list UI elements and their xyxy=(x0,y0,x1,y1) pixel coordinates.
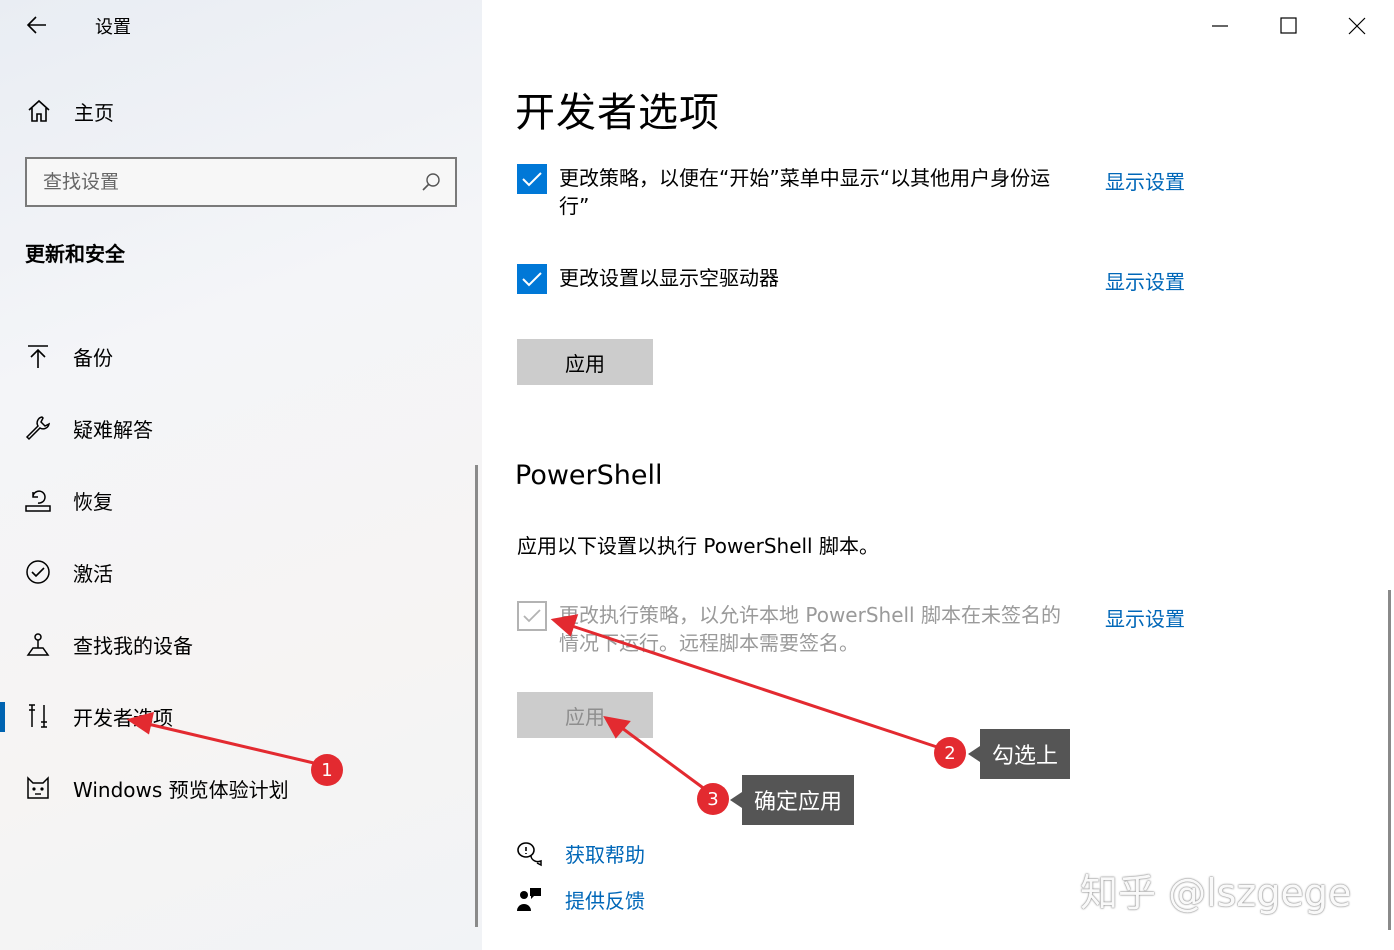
sidebar-item-label: 激活 xyxy=(73,561,113,586)
powershell-description: 应用以下设置以执行 PowerShell 脚本。 xyxy=(517,534,879,558)
sidebar-item-backup[interactable]: 备份 xyxy=(0,334,470,378)
checkmark-icon xyxy=(522,272,542,287)
sidebar-item-troubleshoot[interactable]: 疑难解答 xyxy=(0,406,470,450)
feedback-person-icon xyxy=(517,888,541,911)
search-box[interactable] xyxy=(25,157,457,207)
powershell-section-title: PowerShell xyxy=(515,460,663,491)
get-help-link[interactable]: 获取帮助 xyxy=(565,839,645,868)
developer-tools-icon xyxy=(29,704,47,728)
annotation-badge-3: 3 xyxy=(697,783,729,815)
close-button[interactable] xyxy=(1340,10,1374,44)
sidebar-item-recovery[interactable]: 恢复 xyxy=(0,478,470,522)
checkmark-icon xyxy=(522,172,542,187)
sidebar: 设置 主页 更新和安全 备份 疑难解答 恢复 xyxy=(0,0,482,950)
option-powershell-execution-policy-text: 更改执行策略，以允许本地 PowerShell 脚本在未签名的 情况下运行。远程… xyxy=(559,601,1079,657)
checkmark-icon xyxy=(523,609,541,623)
maximize-icon xyxy=(1280,17,1297,34)
get-help-row[interactable]: 获取帮助 xyxy=(515,837,645,869)
section-title: 更新和安全 xyxy=(25,242,125,266)
sidebar-item-label: 备份 xyxy=(73,345,113,370)
sidebar-item-label: 恢复 xyxy=(73,489,113,514)
apply-button-powershell[interactable]: 应用 xyxy=(517,692,653,738)
sidebar-item-home[interactable]: 主页 xyxy=(26,94,114,128)
annotation-callout-3: 确定应用 xyxy=(729,775,855,825)
search-input[interactable] xyxy=(27,159,419,205)
check-circle-icon xyxy=(26,560,50,584)
annotation-badge-1: 1 xyxy=(311,754,343,786)
option-text-line: 更改策略，以便在“开始”菜单中显示“以其他用户身份运 xyxy=(559,166,1051,190)
back-arrow-icon xyxy=(26,16,46,34)
watermark: 知乎 @lszgege xyxy=(1080,871,1352,915)
home-icon xyxy=(28,99,50,122)
sidebar-item-label: 主页 xyxy=(74,100,114,125)
option-run-as-other-user-text: 更改策略，以便在“开始”菜单中显示“以其他用户身份运 行” xyxy=(559,164,1079,220)
checkbox-run-as-other-user[interactable] xyxy=(517,164,547,194)
help-chat-icon xyxy=(517,842,542,867)
show-settings-link-2[interactable]: 显示设置 xyxy=(1105,266,1185,295)
close-icon xyxy=(1348,17,1366,35)
sidebar-item-label: 开发者选项 xyxy=(73,705,173,730)
option-show-empty-drives-text: 更改设置以显示空驱动器 xyxy=(559,266,779,290)
find-device-icon xyxy=(26,633,50,656)
back-button[interactable] xyxy=(22,10,52,40)
feedback-row[interactable]: 提供反馈 xyxy=(515,883,645,915)
main-scrollbar[interactable] xyxy=(1388,590,1391,930)
sidebar-item-label: 查找我的设备 xyxy=(73,633,193,658)
backup-arrow-icon xyxy=(28,345,48,368)
sidebar-item-label: 疑难解答 xyxy=(73,417,153,442)
show-settings-link-3[interactable]: 显示设置 xyxy=(1105,603,1185,632)
option-text-line: 情况下运行。远程脚本需要签名。 xyxy=(559,631,859,655)
apply-button-explorer[interactable]: 应用 xyxy=(517,339,653,385)
search-icon[interactable] xyxy=(419,170,443,194)
show-settings-link-1[interactable]: 显示设置 xyxy=(1105,166,1185,195)
sidebar-item-windows-insider[interactable]: Windows 预览体验计划 xyxy=(0,766,470,810)
checkbox-powershell-execution-policy[interactable] xyxy=(517,601,547,631)
annotation-callout-2: 勾选上 xyxy=(967,729,1071,779)
feedback-link[interactable]: 提供反馈 xyxy=(565,885,645,914)
wrench-icon xyxy=(25,416,51,441)
sidebar-scrollbar[interactable] xyxy=(475,465,478,927)
maximize-button[interactable] xyxy=(1271,10,1305,44)
checkbox-show-empty-drives[interactable] xyxy=(517,264,547,294)
minimize-button[interactable] xyxy=(1203,10,1237,44)
page-title: 开发者选项 xyxy=(515,90,720,136)
option-text-line: 更改执行策略，以允许本地 PowerShell 脚本在未签名的 xyxy=(559,603,1061,627)
insider-cat-icon xyxy=(27,776,49,799)
annotation-badge-2: 2 xyxy=(934,737,966,769)
sidebar-item-developer-options[interactable]: 开发者选项 xyxy=(0,694,470,738)
option-text-line: 行” xyxy=(559,194,590,218)
app-title: 设置 xyxy=(95,17,131,38)
recovery-icon xyxy=(25,490,51,512)
sidebar-item-activation[interactable]: 激活 xyxy=(0,550,470,594)
sidebar-item-find-my-device[interactable]: 查找我的设备 xyxy=(0,622,470,666)
sidebar-item-label: Windows 预览体验计划 xyxy=(73,777,289,802)
minimize-icon xyxy=(1212,25,1228,27)
